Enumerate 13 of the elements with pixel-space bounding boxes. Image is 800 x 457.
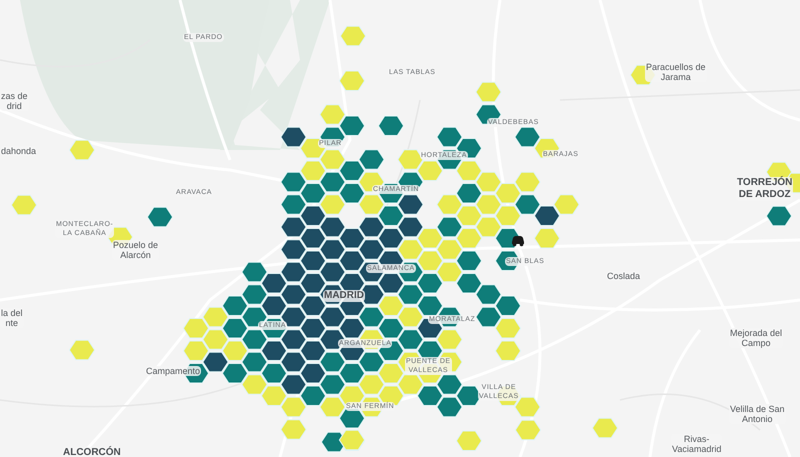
place-label: Mejorada del Campo xyxy=(729,328,784,348)
place-label: zas de drid xyxy=(0,91,29,111)
place-label: Coslada xyxy=(606,271,642,281)
place-label: la del nte xyxy=(0,308,24,328)
place-label: MADRID xyxy=(323,290,365,302)
place-label: Campamento xyxy=(145,366,202,376)
place-label: Pozuelo de Alarcón xyxy=(112,240,160,260)
place-label: Rivas- Vaciamadrid xyxy=(671,434,722,454)
car-icon xyxy=(510,233,526,247)
place-label: Velilla de San Antonio xyxy=(729,404,786,424)
place-label: ALCORCÓN xyxy=(62,447,122,457)
place-label: dahonda xyxy=(0,146,38,156)
place-label: Paracuellos de Jarama xyxy=(645,62,707,82)
